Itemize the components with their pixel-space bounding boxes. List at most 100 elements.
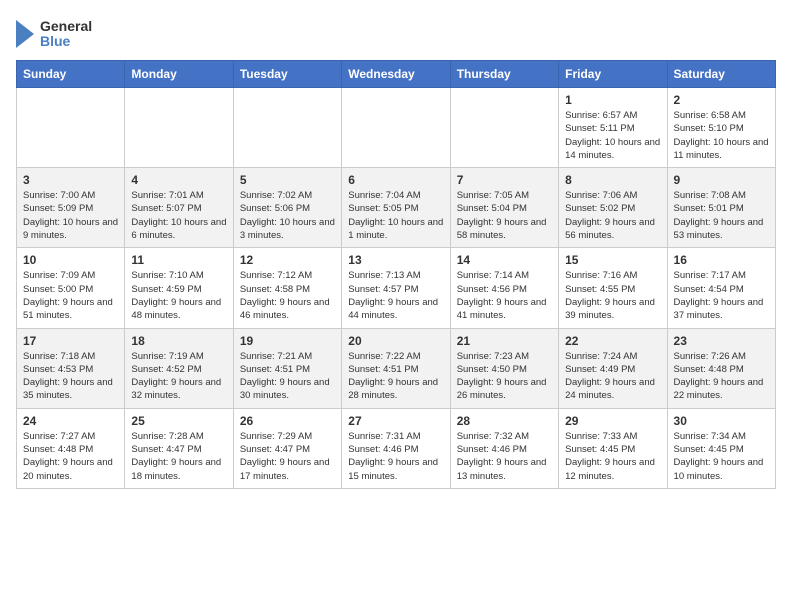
weekday-header-wednesday: Wednesday <box>342 61 450 88</box>
day-info: Sunrise: 7:22 AM Sunset: 4:51 PM Dayligh… <box>348 350 443 403</box>
day-number: 24 <box>23 414 118 428</box>
day-number: 19 <box>240 334 335 348</box>
day-info: Sunrise: 7:19 AM Sunset: 4:52 PM Dayligh… <box>131 350 226 403</box>
day-info: Sunrise: 7:14 AM Sunset: 4:56 PM Dayligh… <box>457 269 552 322</box>
day-info: Sunrise: 7:23 AM Sunset: 4:50 PM Dayligh… <box>457 350 552 403</box>
calendar-cell: 10 Sunrise: 7:09 AM Sunset: 5:00 PM Dayli… <box>17 248 125 328</box>
calendar-cell: 13 Sunrise: 7:13 AM Sunset: 4:57 PM Dayli… <box>342 248 450 328</box>
calendar-cell: 27 Sunrise: 7:31 AM Sunset: 4:46 PM Dayli… <box>342 408 450 488</box>
logo-text: General Blue <box>40 19 92 50</box>
page-header: General Blue <box>16 16 776 52</box>
calendar-cell: 24 Sunrise: 7:27 AM Sunset: 4:48 PM Dayli… <box>17 408 125 488</box>
day-number: 25 <box>131 414 226 428</box>
calendar-week-4: 17Sunrise: 7:18 AM Sunset: 4:53 PM Dayli… <box>17 328 776 408</box>
day-info: Sunrise: 7:26 AM Sunset: 4:48 PM Dayligh… <box>674 350 769 403</box>
day-info: Sunrise: 7:13 AM Sunset: 4:57 PM Dayligh… <box>348 269 443 322</box>
calendar-cell: 22Sunrise: 7:24 AM Sunset: 4:49 PM Dayli… <box>559 328 667 408</box>
day-number: 14 <box>457 253 552 267</box>
calendar-cell: 5 Sunrise: 7:02 AM Sunset: 5:06 PM Daylig… <box>233 168 341 248</box>
calendar-cell: 6Sunrise: 7:04 AM Sunset: 5:05 PM Daylig… <box>342 168 450 248</box>
day-info: Sunrise: 7:33 AM Sunset: 4:45 PM Dayligh… <box>565 430 660 483</box>
calendar-cell: 30 Sunrise: 7:34 AM Sunset: 4:45 PM Dayli… <box>667 408 775 488</box>
calendar-cell: 15Sunrise: 7:16 AM Sunset: 4:55 PM Dayli… <box>559 248 667 328</box>
day-info: Sunrise: 7:02 AM Sunset: 5:06 PM Dayligh… <box>240 189 335 242</box>
logo-general-text: General <box>40 19 92 34</box>
day-number: 11 <box>131 253 226 267</box>
day-info: Sunrise: 6:57 AM Sunset: 5:11 PM Dayligh… <box>565 109 660 162</box>
calendar-cell: 7 Sunrise: 7:05 AM Sunset: 5:04 PM Daylig… <box>450 168 558 248</box>
calendar-week-2: 3Sunrise: 7:00 AM Sunset: 5:09 PM Daylig… <box>17 168 776 248</box>
day-info: Sunrise: 7:05 AM Sunset: 5:04 PM Dayligh… <box>457 189 552 242</box>
weekday-header-row: SundayMondayTuesdayWednesdayThursdayFrid… <box>17 61 776 88</box>
day-info: Sunrise: 7:21 AM Sunset: 4:51 PM Dayligh… <box>240 350 335 403</box>
day-number: 9 <box>674 173 769 187</box>
weekday-header-tuesday: Tuesday <box>233 61 341 88</box>
day-number: 10 <box>23 253 118 267</box>
calendar-cell <box>342 88 450 168</box>
day-info: Sunrise: 7:01 AM Sunset: 5:07 PM Dayligh… <box>131 189 226 242</box>
day-number: 1 <box>565 93 660 107</box>
day-info: Sunrise: 7:12 AM Sunset: 4:58 PM Dayligh… <box>240 269 335 322</box>
day-info: Sunrise: 7:29 AM Sunset: 4:47 PM Dayligh… <box>240 430 335 483</box>
calendar-week-5: 24 Sunrise: 7:27 AM Sunset: 4:48 PM Dayli… <box>17 408 776 488</box>
calendar-cell: 14 Sunrise: 7:14 AM Sunset: 4:56 PM Dayli… <box>450 248 558 328</box>
day-number: 8 <box>565 173 660 187</box>
calendar-cell: 20Sunrise: 7:22 AM Sunset: 4:51 PM Dayli… <box>342 328 450 408</box>
day-number: 18 <box>131 334 226 348</box>
calendar-week-1: 1 Sunrise: 6:57 AM Sunset: 5:11 PM Daylig… <box>17 88 776 168</box>
day-number: 28 <box>457 414 552 428</box>
day-info: Sunrise: 7:34 AM Sunset: 4:45 PM Dayligh… <box>674 430 769 483</box>
day-number: 2 <box>674 93 769 107</box>
day-number: 17 <box>23 334 118 348</box>
day-info: Sunrise: 7:28 AM Sunset: 4:47 PM Dayligh… <box>131 430 226 483</box>
day-number: 3 <box>23 173 118 187</box>
day-number: 30 <box>674 414 769 428</box>
day-info: Sunrise: 6:58 AM Sunset: 5:10 PM Dayligh… <box>674 109 769 162</box>
day-info: Sunrise: 7:04 AM Sunset: 5:05 PM Dayligh… <box>348 189 443 242</box>
calendar-cell: 8Sunrise: 7:06 AM Sunset: 5:02 PM Daylig… <box>559 168 667 248</box>
calendar-cell: 3Sunrise: 7:00 AM Sunset: 5:09 PM Daylig… <box>17 168 125 248</box>
weekday-header-friday: Friday <box>559 61 667 88</box>
weekday-header-monday: Monday <box>125 61 233 88</box>
calendar-cell: 25 Sunrise: 7:28 AM Sunset: 4:47 PM Dayli… <box>125 408 233 488</box>
calendar-cell: 28 Sunrise: 7:32 AM Sunset: 4:46 PM Dayli… <box>450 408 558 488</box>
day-number: 16 <box>674 253 769 267</box>
day-number: 29 <box>565 414 660 428</box>
calendar-cell: 9 Sunrise: 7:08 AM Sunset: 5:01 PM Daylig… <box>667 168 775 248</box>
calendar-cell <box>450 88 558 168</box>
calendar-cell <box>125 88 233 168</box>
day-number: 4 <box>131 173 226 187</box>
weekday-header-sunday: Sunday <box>17 61 125 88</box>
logo: General Blue <box>16 16 92 52</box>
calendar-cell: 23 Sunrise: 7:26 AM Sunset: 4:48 PM Dayli… <box>667 328 775 408</box>
day-number: 5 <box>240 173 335 187</box>
day-number: 27 <box>348 414 443 428</box>
calendar-cell: 26Sunrise: 7:29 AM Sunset: 4:47 PM Dayli… <box>233 408 341 488</box>
calendar-table: SundayMondayTuesdayWednesdayThursdayFrid… <box>16 60 776 489</box>
calendar-cell: 11 Sunrise: 7:10 AM Sunset: 4:59 PM Dayli… <box>125 248 233 328</box>
calendar-cell <box>17 88 125 168</box>
day-number: 7 <box>457 173 552 187</box>
day-info: Sunrise: 7:27 AM Sunset: 4:48 PM Dayligh… <box>23 430 118 483</box>
logo-blue-text: Blue <box>40 34 92 49</box>
logo-triangle-icon <box>16 16 36 52</box>
calendar-cell: 21 Sunrise: 7:23 AM Sunset: 4:50 PM Dayli… <box>450 328 558 408</box>
day-info: Sunrise: 7:32 AM Sunset: 4:46 PM Dayligh… <box>457 430 552 483</box>
day-number: 23 <box>674 334 769 348</box>
day-number: 21 <box>457 334 552 348</box>
day-info: Sunrise: 7:31 AM Sunset: 4:46 PM Dayligh… <box>348 430 443 483</box>
calendar-cell: 18 Sunrise: 7:19 AM Sunset: 4:52 PM Dayli… <box>125 328 233 408</box>
day-info: Sunrise: 7:24 AM Sunset: 4:49 PM Dayligh… <box>565 350 660 403</box>
day-info: Sunrise: 7:09 AM Sunset: 5:00 PM Dayligh… <box>23 269 118 322</box>
day-info: Sunrise: 7:08 AM Sunset: 5:01 PM Dayligh… <box>674 189 769 242</box>
day-number: 13 <box>348 253 443 267</box>
calendar-cell: 4 Sunrise: 7:01 AM Sunset: 5:07 PM Daylig… <box>125 168 233 248</box>
day-info: Sunrise: 7:17 AM Sunset: 4:54 PM Dayligh… <box>674 269 769 322</box>
calendar-week-3: 10 Sunrise: 7:09 AM Sunset: 5:00 PM Dayli… <box>17 248 776 328</box>
day-info: Sunrise: 7:10 AM Sunset: 4:59 PM Dayligh… <box>131 269 226 322</box>
calendar-cell: 1 Sunrise: 6:57 AM Sunset: 5:11 PM Daylig… <box>559 88 667 168</box>
day-number: 15 <box>565 253 660 267</box>
weekday-header-thursday: Thursday <box>450 61 558 88</box>
calendar-cell <box>233 88 341 168</box>
calendar-cell: 17Sunrise: 7:18 AM Sunset: 4:53 PM Dayli… <box>17 328 125 408</box>
